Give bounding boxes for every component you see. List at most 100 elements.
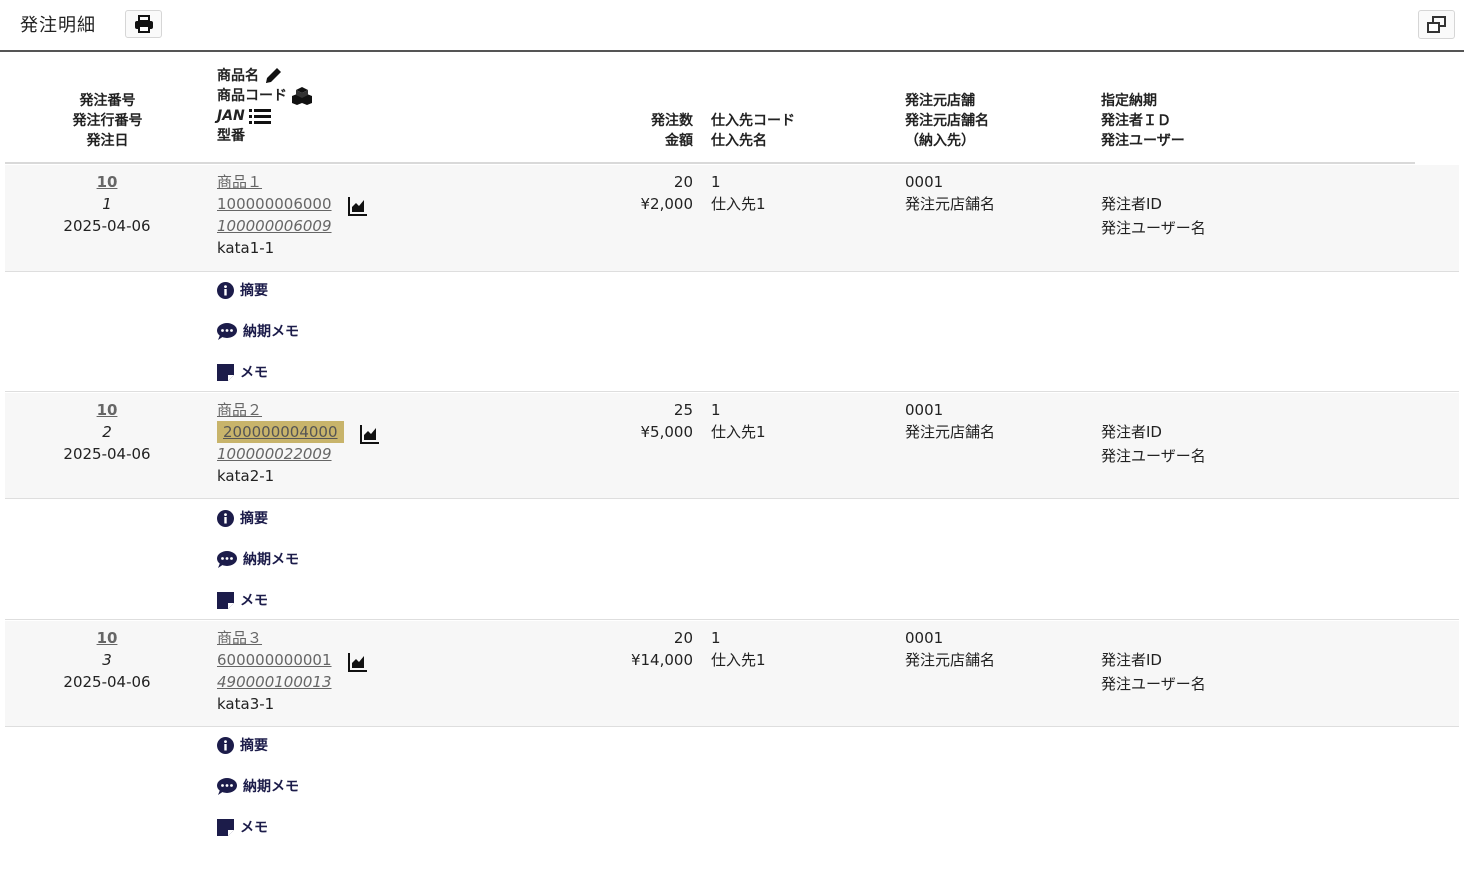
- supplier-cell: 1 仕入先1: [711, 171, 766, 215]
- user-id: 発注者ID: [1101, 195, 1162, 213]
- user-name: 発注ユーザー名: [1101, 675, 1206, 693]
- delivery-memo-link[interactable]: 納期メモ: [217, 549, 299, 569]
- chart-icon[interactable]: [360, 424, 380, 444]
- summary-label: 摘要: [240, 283, 268, 299]
- product-code-link-highlighted[interactable]: 200000004000: [217, 421, 344, 443]
- product-code-link[interactable]: 100000006000: [217, 195, 332, 213]
- pencil-icon[interactable]: [263, 66, 283, 86]
- store-code: 0001: [905, 629, 944, 647]
- user-cell: 発注者ID 発注ユーザー名: [1101, 648, 1206, 696]
- info-circle-icon: [217, 736, 234, 754]
- summary-link[interactable]: 摘要: [217, 508, 268, 528]
- sticky-note-icon: [217, 363, 234, 381]
- supplier-code: 1: [711, 629, 721, 647]
- header-user-id[interactable]: 発注者ＩＤ: [1101, 111, 1185, 131]
- memo-link[interactable]: メモ: [217, 590, 268, 610]
- chart-icon[interactable]: [348, 196, 368, 216]
- order-cell: 10 2 2025-04-06: [50, 399, 164, 465]
- header-delivery-dest: （納入先）: [905, 133, 975, 149]
- product-name-link[interactable]: 商品１: [217, 173, 262, 191]
- order-no-link[interactable]: 10: [50, 627, 164, 649]
- product-cell: 商品３ 600000000001 490000100013 kata3-1: [217, 627, 332, 715]
- supplier-code: 1: [711, 401, 721, 419]
- header-amount[interactable]: 金額: [625, 131, 693, 151]
- header-supplier-code[interactable]: 仕入先コード: [711, 111, 795, 131]
- order-no-link[interactable]: 10: [50, 171, 164, 193]
- qty: 20: [673, 629, 693, 647]
- header-product-code[interactable]: 商品コード: [217, 86, 313, 106]
- order-no-link[interactable]: 10: [50, 399, 164, 421]
- jan-link[interactable]: 100000022009: [217, 445, 332, 463]
- memo-link[interactable]: メモ: [217, 362, 268, 382]
- line-no: 2: [102, 423, 112, 441]
- delivery-memo-label: 納期メモ: [243, 324, 299, 340]
- header-user-name[interactable]: 発注ユーザー: [1101, 131, 1185, 151]
- print-button[interactable]: [125, 10, 162, 38]
- header-line-no[interactable]: 発注行番号: [70, 111, 145, 131]
- store-name: 発注元店舗名: [905, 423, 996, 441]
- summary-link[interactable]: 摘要: [217, 280, 268, 300]
- cubes-icon[interactable]: [291, 86, 313, 106]
- qty-cell: 25 ¥5,000: [605, 399, 694, 443]
- model: kata1-1: [217, 239, 275, 257]
- store-code: 0001: [905, 173, 944, 191]
- store-name: 発注元店舗名: [905, 195, 996, 213]
- info-circle-icon: [217, 281, 234, 299]
- supplier-name: 仕入先1: [711, 651, 766, 669]
- list-icon[interactable]: [248, 107, 271, 125]
- product-name-link[interactable]: 商品２: [217, 401, 262, 419]
- product-name-link[interactable]: 商品３: [217, 629, 262, 647]
- info-circle-icon: [217, 509, 234, 527]
- supplier-cell: 1 仕入先1: [711, 399, 766, 443]
- jan-link[interactable]: 490000100013: [217, 673, 332, 691]
- row-details: 摘要 納期メモ メモ: [5, 272, 1459, 392]
- sticky-note-icon: [217, 591, 234, 609]
- user-cell: 発注者ID 発注ユーザー名: [1101, 420, 1206, 468]
- header-order-date[interactable]: 発注日: [70, 131, 145, 151]
- header-model[interactable]: 型番: [217, 126, 313, 146]
- amount: ¥5,000: [640, 423, 694, 441]
- memo-label: メモ: [240, 365, 268, 381]
- header-order-col: 発注番号 発注行番号 発注日: [70, 91, 145, 151]
- header-product-name[interactable]: 商品名: [217, 66, 313, 86]
- header-store-name[interactable]: 発注元店舗名: [905, 111, 989, 131]
- delivery-memo-link[interactable]: 納期メモ: [217, 776, 299, 796]
- user-id: 発注者ID: [1101, 423, 1162, 441]
- header-order-no[interactable]: 発注番号: [70, 91, 145, 111]
- header-jan[interactable]: JAN: [217, 106, 313, 126]
- header-store-code[interactable]: 発注元店舗: [905, 91, 989, 111]
- memo-label: メモ: [240, 593, 268, 609]
- comment-dots-icon: [217, 322, 237, 340]
- comment-dots-icon: [217, 777, 237, 795]
- header-user-col: 指定納期 発注者ＩＤ 発注ユーザー: [1101, 91, 1185, 151]
- jan-link[interactable]: 100000006009: [217, 217, 332, 235]
- store-cell: 0001 発注元店舗名: [905, 627, 995, 671]
- order-date: 2025-04-06: [63, 445, 151, 463]
- product-cell: 商品１ 100000006000 100000006009 kata1-1: [217, 171, 332, 259]
- delivery-memo-link[interactable]: 納期メモ: [217, 321, 299, 341]
- qty: 25: [673, 401, 693, 419]
- comment-dots-icon: [217, 550, 237, 568]
- summary-link[interactable]: 摘要: [217, 735, 268, 755]
- header-product-col: 商品名 商品コード JAN 型番: [217, 66, 313, 146]
- table-row: 10 2 2025-04-06 商品２ 200000004000 1000000…: [5, 393, 1459, 499]
- summary-label: 摘要: [240, 511, 268, 527]
- header-due-date[interactable]: 指定納期: [1101, 91, 1185, 111]
- qty-cell: 20 ¥2,000: [605, 171, 694, 215]
- table-row: 10 1 2025-04-06 商品１ 100000006000 1000000…: [5, 165, 1459, 272]
- page-title: 発注明細: [20, 15, 96, 36]
- row-details: 摘要 納期メモ メモ: [5, 727, 1459, 848]
- header-qty-col: 発注数 金額: [625, 111, 693, 151]
- user-id: 発注者ID: [1101, 651, 1162, 669]
- memo-link[interactable]: メモ: [217, 817, 268, 837]
- model: kata3-1: [217, 695, 275, 713]
- product-code-link[interactable]: 600000000001: [217, 651, 332, 669]
- header-qty[interactable]: 発注数: [625, 111, 693, 131]
- expand-button[interactable]: [1418, 10, 1455, 39]
- supplier-cell: 1 仕入先1: [711, 627, 766, 671]
- delivery-memo-label: 納期メモ: [243, 779, 299, 795]
- header-supplier-name[interactable]: 仕入先名: [711, 131, 795, 151]
- chart-icon[interactable]: [348, 652, 368, 672]
- supplier-name: 仕入先1: [711, 423, 766, 441]
- summary-label: 摘要: [240, 738, 268, 754]
